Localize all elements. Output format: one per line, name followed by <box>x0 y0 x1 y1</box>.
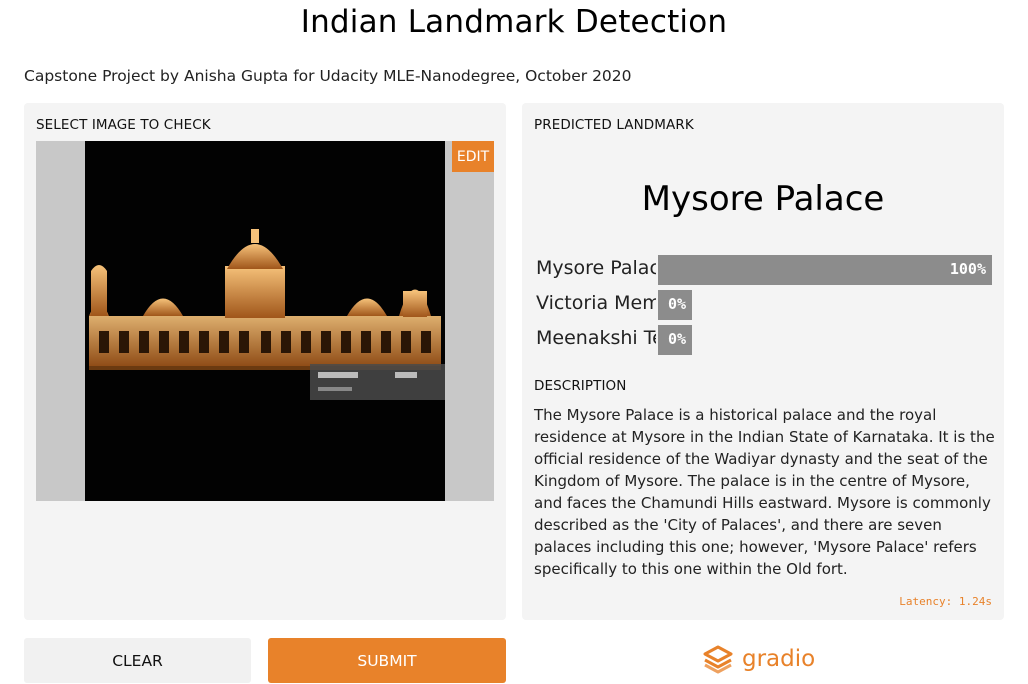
edit-button[interactable]: EDIT <box>452 141 494 172</box>
confidence-row: Mysore Palace 100% <box>536 255 992 285</box>
description-text: The Mysore Palace is a historical palace… <box>534 406 995 578</box>
clear-button[interactable]: CLEAR <box>24 638 251 683</box>
confidence-percent: 0% <box>667 295 686 313</box>
input-panel-label: SELECT IMAGE TO CHECK <box>36 117 211 133</box>
palace-night-photo <box>85 141 445 501</box>
confidence-percent: 0% <box>667 330 686 348</box>
brand-name: gradio <box>742 646 816 672</box>
page-subtitle: Capstone Project by Anisha Gupta for Uda… <box>24 67 632 85</box>
confidence-label: Meenakshi Temple <box>536 327 656 349</box>
submit-button[interactable]: SUBMIT <box>268 638 506 683</box>
input-panel: SELECT IMAGE TO CHECK EDIT <box>24 103 506 620</box>
output-panel: PREDICTED LANDMARK Mysore Palace Mysore … <box>522 103 1004 620</box>
predicted-landmark: Mysore Palace <box>641 179 885 219</box>
confidence-label: Victoria Memorial <box>536 292 656 314</box>
output-panel-label: PREDICTED LANDMARK <box>534 117 694 133</box>
palace-night-photo-icon <box>85 141 445 501</box>
image-dropzone[interactable]: EDIT <box>36 141 494 501</box>
confidence-row: Victoria Memorial 0% <box>536 290 992 320</box>
latency-text: Latency: 1.24s <box>899 595 992 608</box>
confidence-bar: 0% <box>658 325 692 355</box>
page-title: Indian Landmark Detection <box>300 4 728 40</box>
confidence-bar: 100% <box>658 255 992 285</box>
confidence-percent: 100% <box>949 260 986 278</box>
confidence-label: Mysore Palace <box>536 257 656 279</box>
gradio-brand[interactable]: gradio <box>702 643 815 675</box>
gradio-logo-icon <box>703 645 733 674</box>
description-label: DESCRIPTION <box>534 378 627 394</box>
confidence-bar: 0% <box>658 290 692 320</box>
confidence-row: Meenakshi Temple 0% <box>536 325 992 355</box>
